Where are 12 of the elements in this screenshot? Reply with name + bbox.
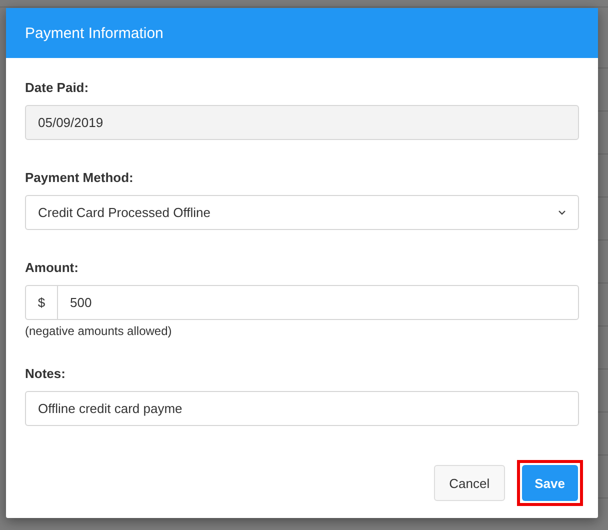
help-text: (negative amounts allowed): [25, 324, 173, 338]
currency-addon: $: [25, 285, 58, 320]
input-field[interactable]: Offline credit card payme: [25, 391, 579, 426]
cancel-button[interactable]: Cancel: [434, 465, 505, 501]
field-label: Date Paid:: [25, 80, 90, 95]
chevron-down-icon: [558, 210, 566, 215]
dialog-title: Payment Information: [25, 24, 164, 42]
field-label: Payment Method:: [25, 170, 134, 185]
select-field[interactable]: Credit Card Processed Offline: [25, 195, 579, 230]
amount-field[interactable]: 500: [58, 285, 579, 320]
field-label: Amount:: [25, 260, 80, 275]
field-label: Notes:: [25, 366, 66, 381]
